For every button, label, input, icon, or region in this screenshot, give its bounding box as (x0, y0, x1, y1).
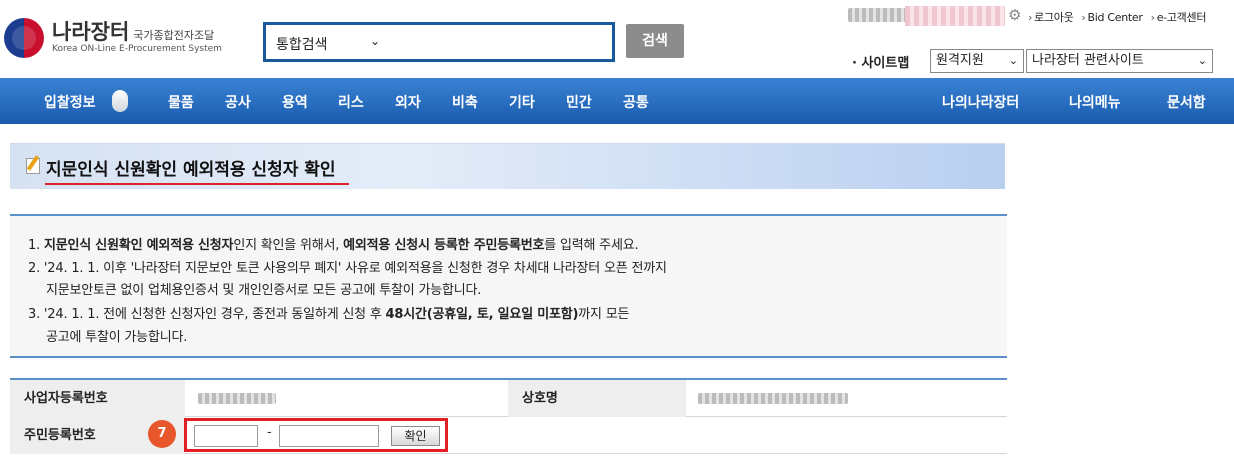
nav-my-narajangteo[interactable]: 나의나라장터 (942, 92, 1019, 112)
chevron-down-icon: ⌄ (1008, 54, 1018, 67)
user-name-redacted (848, 8, 906, 22)
user-id-redacted (905, 6, 1005, 26)
top-links: 로그아웃 Bid Center e-고객센터 (1028, 9, 1214, 25)
resident-number-dash: - (267, 425, 272, 440)
nav-service[interactable]: 용역 (282, 92, 308, 112)
nav-stockpile[interactable]: 비축 (452, 92, 478, 112)
resident-number-front-input[interactable] (194, 425, 258, 447)
sitemap-link[interactable]: · 사이트맵 (852, 52, 909, 71)
search-scope-label: 통합검색 (276, 37, 328, 53)
related-sites-value: 나라장터 관련사이트 (1032, 53, 1144, 68)
nav-etc[interactable]: 기타 (509, 92, 535, 112)
logout-link[interactable]: 로그아웃 (1028, 11, 1074, 24)
nav-common[interactable]: 공통 (623, 92, 649, 112)
step-marker-badge: 7 (148, 420, 176, 448)
nav-goods[interactable]: 물품 (168, 92, 194, 112)
company-name-label: 상호명 (508, 380, 686, 417)
site-logo[interactable]: 나라장터 국가종합전자조달 Korea ON-Line E-Procurement… (4, 12, 254, 62)
nav-lease[interactable]: 리스 (338, 92, 364, 112)
related-sites-select[interactable]: 나라장터 관련사이트 ⌄ (1026, 49, 1213, 73)
remote-support-value: 원격지원 (936, 53, 984, 68)
logo-title: 나라장터 국가종합전자조달 (52, 20, 215, 44)
gear-icon[interactable]: ⚙ (1008, 6, 1021, 24)
nav-document-box[interactable]: 문서함 (1167, 92, 1206, 112)
notice-line-2: 2. '24. 1. 1. 이후 '나라장터 지문보안 토큰 사용의무 폐지' … (28, 261, 667, 276)
chevron-down-icon: ⌄ (1197, 54, 1207, 67)
notice-box: 1. 지문인식 신원확인 예외적용 신청자인지 확인을 위해서, 예외적용 신청… (10, 214, 1007, 358)
search-scope-select[interactable]: 통합검색 ⌄ (263, 22, 615, 62)
notice-line-1: 1. 지문인식 신원확인 예외적용 신청자인지 확인을 위해서, 예외적용 신청… (28, 238, 639, 253)
logo-subtitle: Korea ON-Line E-Procurement System (52, 44, 222, 54)
nav-foreign[interactable]: 외자 (395, 92, 421, 112)
form-row-business: 사업자등록번호 상호명 (10, 380, 1007, 417)
nav-bid-info[interactable]: 입찰정보 (44, 92, 96, 112)
company-name-value-redacted (698, 393, 848, 404)
customer-center-link[interactable]: e-고객센터 (1151, 11, 1207, 24)
confirm-button[interactable]: 확인 (391, 426, 440, 446)
main-nav: 입찰정보 물품 공사 용역 리스 외자 비축 기타 민간 공통 나의나라장터 나… (0, 78, 1234, 124)
chevron-down-icon: ⌄ (370, 34, 381, 48)
page-title-band: 지문인식 신원확인 예외적용 신청자 확인 (10, 143, 1005, 189)
taegeuk-logo-icon (4, 18, 44, 58)
notice-line-2-cont: 지문보안토큰 없이 업체용인증서 및 개인인증서로 모든 공고에 투찰이 가능합… (46, 283, 482, 298)
title-underline (45, 183, 349, 185)
business-number-value-redacted (198, 393, 276, 404)
nav-construction[interactable]: 공사 (225, 92, 251, 112)
mouse-icon (112, 90, 128, 112)
notice-line-3-cont: 공고에 투찰이 가능합니다. (46, 330, 188, 345)
page-title: 지문인식 신원확인 예외적용 신청자 확인 (46, 160, 336, 180)
bid-center-link[interactable]: Bid Center (1081, 11, 1143, 24)
nav-private[interactable]: 민간 (566, 92, 592, 112)
memo-pencil-icon (26, 158, 40, 174)
nav-my-menu[interactable]: 나의메뉴 (1069, 92, 1121, 112)
notice-line-3: 3. '24. 1. 1. 전에 신청한 신청자인 경우, 종전과 동일하게 신… (28, 307, 630, 322)
remote-support-select[interactable]: 원격지원 ⌄ (930, 49, 1024, 73)
business-number-label: 사업자등록번호 (10, 380, 185, 417)
resident-number-back-input[interactable] (279, 425, 379, 447)
search-button[interactable]: 검색 (626, 24, 684, 58)
